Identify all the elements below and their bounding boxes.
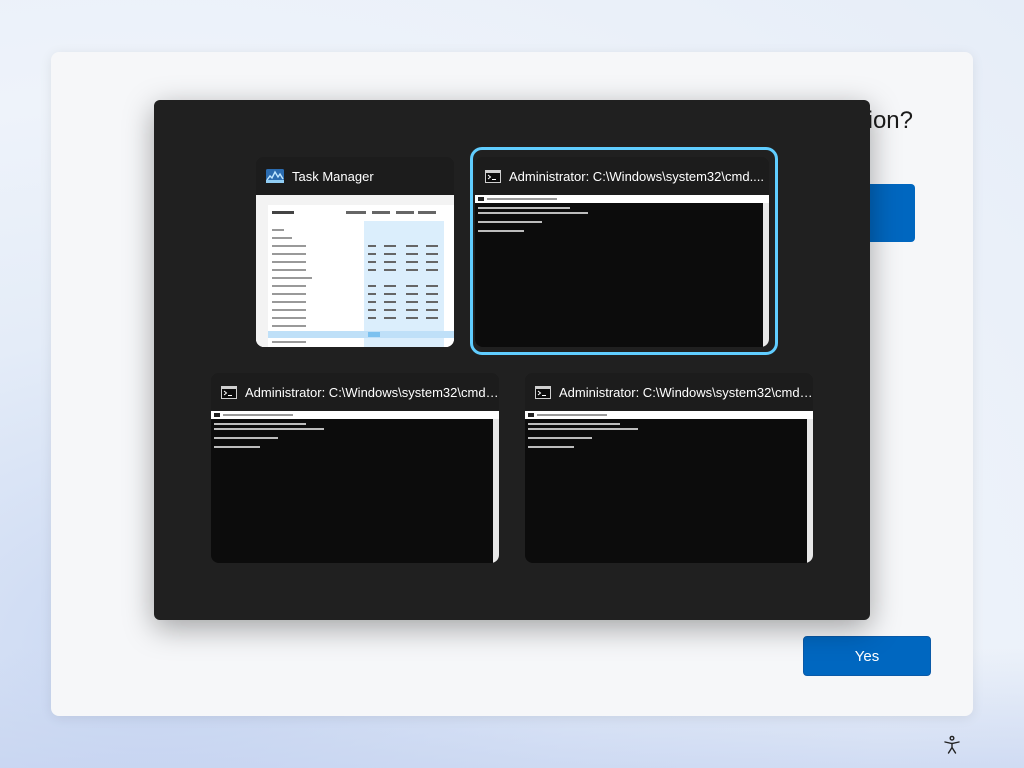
thumbnail-header: Administrator: C:\Windows\system32\cmd..… <box>211 373 499 411</box>
cmd-preview <box>475 195 769 347</box>
cmd-preview-graphic <box>525 411 813 563</box>
task-switcher: Task Manager Administrator: C:\Windows\s… <box>154 100 870 620</box>
window-title: Administrator: C:\Windows\system32\cmd..… <box>245 384 499 400</box>
accessibility-icon <box>944 735 960 754</box>
thumbnail-header: Administrator: C:\Windows\system32\cmd..… <box>475 157 769 195</box>
cmd-preview-graphic <box>475 195 769 347</box>
cmd-preview-graphic <box>211 411 499 563</box>
window-thumbnail-cmd-1[interactable]: Administrator: C:\Windows\system32\cmd..… <box>475 157 769 347</box>
window-title: Administrator: C:\Windows\system32\cmd..… <box>509 168 765 184</box>
cmd-icon <box>535 385 551 399</box>
thumbnail-header: Task Manager <box>256 157 454 195</box>
window-thumbnail-cmd-2[interactable]: Administrator: C:\Windows\system32\cmd..… <box>211 373 499 563</box>
window-thumbnail-cmd-3[interactable]: Administrator: C:\Windows\system32\cmd..… <box>525 373 813 563</box>
task-manager-icon <box>266 169 284 183</box>
window-title: Task Manager <box>292 168 374 184</box>
cmd-preview <box>211 411 499 563</box>
thumbnail-header: Administrator: C:\Windows\system32\cmd..… <box>525 373 813 411</box>
task-manager-preview <box>256 195 454 347</box>
accessibility-button[interactable] <box>940 733 964 757</box>
task-manager-preview-graphic <box>256 195 454 347</box>
cmd-icon <box>485 169 501 183</box>
window-title: Administrator: C:\Windows\system32\cmd..… <box>559 384 813 400</box>
yes-button[interactable]: Yes <box>803 636 931 676</box>
cmd-preview <box>525 411 813 563</box>
cmd-icon <box>221 385 237 399</box>
question-heading: ion? <box>867 107 913 134</box>
window-thumbnail-task-manager[interactable]: Task Manager <box>256 157 454 347</box>
